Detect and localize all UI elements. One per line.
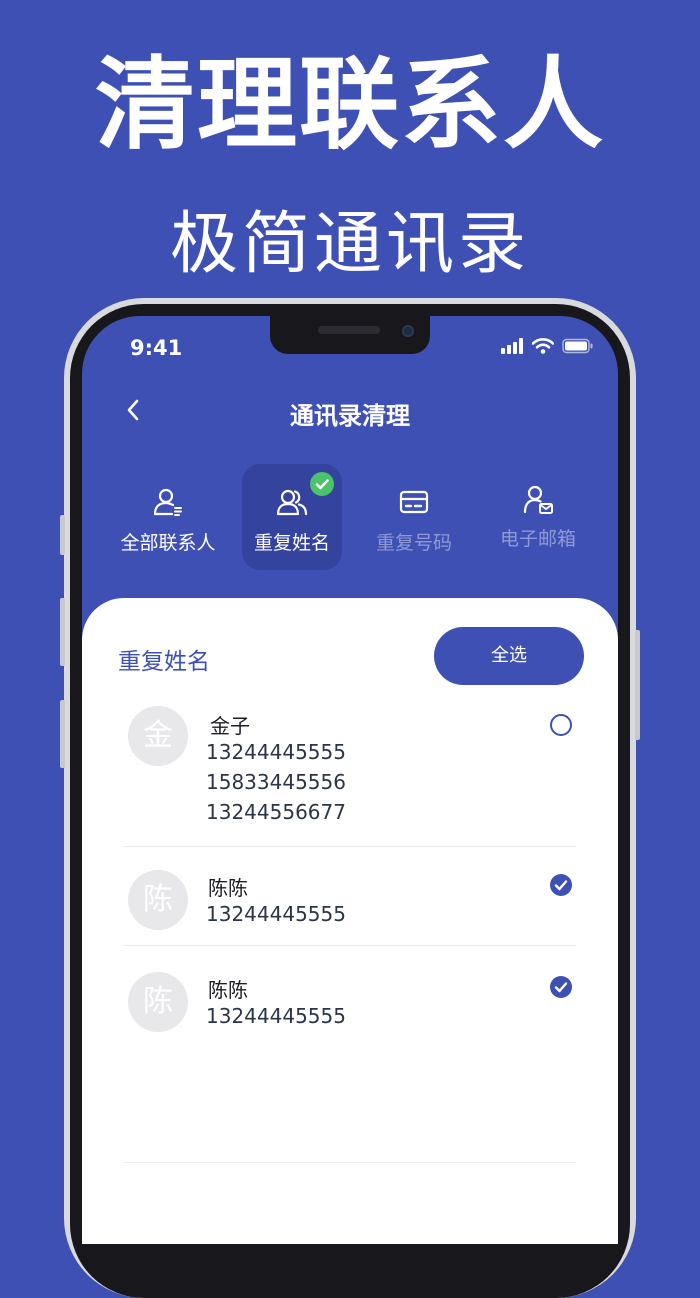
contact-phone: 13244445555: [206, 740, 346, 764]
promo-headline: 清理联系人: [95, 46, 605, 163]
section-title: 重复姓名: [118, 649, 210, 675]
select-checkbox[interactable]: [550, 874, 572, 896]
contact-item[interactable]: 陈 陈陈 13244445555: [124, 870, 576, 940]
tab-duplicate-numbers[interactable]: 重复号码: [364, 464, 464, 570]
contact-phone: 13244445555: [206, 902, 346, 926]
card-icon: [399, 490, 429, 514]
divider: [124, 1162, 576, 1163]
status-time: 9:41: [130, 336, 183, 360]
phone-side-button: [60, 700, 65, 768]
tab-label: 重复姓名: [253, 532, 330, 554]
phone-screen: 9:41 通讯录清理 全部联系人 重复姓名 重复号码 电子邮箱 重复姓名 全选 …: [82, 316, 618, 1244]
filter-tabs: 全部联系人 重复姓名 重复号码 电子邮箱: [82, 464, 618, 574]
phone-notch: [270, 316, 430, 354]
person-mail-icon: [523, 485, 553, 514]
select-checkbox[interactable]: [550, 714, 572, 736]
contacts-icon: [153, 488, 182, 516]
check-badge-icon: [310, 472, 334, 496]
tab-duplicate-names[interactable]: 重复姓名: [242, 464, 342, 570]
two-people-icon: [276, 489, 308, 516]
speaker-grille: [318, 326, 380, 334]
phone-side-button: [60, 515, 65, 555]
contact-phone: 13244445555: [206, 1004, 346, 1028]
promo-subhead: 极简通讯录: [169, 205, 530, 284]
contact-phone: 15833445556: [206, 770, 346, 794]
signal-icon: [501, 338, 523, 354]
contact-name: 金子: [210, 714, 250, 738]
contact-phone: 13244556677: [206, 800, 346, 824]
contact-name: 陈陈: [208, 876, 248, 900]
status-icons: [500, 338, 594, 354]
divider: [124, 846, 576, 847]
tab-email[interactable]: 电子邮箱: [488, 464, 588, 570]
page-title: 通讯录清理: [290, 402, 410, 430]
contact-item[interactable]: 陈 陈陈 13244445555: [124, 972, 576, 1042]
tab-label: 全部联系人: [120, 532, 216, 554]
tab-label: 电子邮箱: [499, 528, 576, 550]
phone-side-button: [60, 598, 65, 666]
avatar: 金: [128, 706, 188, 766]
divider: [124, 945, 576, 946]
tab-all-contacts[interactable]: 全部联系人: [118, 464, 218, 570]
select-checkbox[interactable]: [550, 976, 572, 998]
avatar: 陈: [128, 870, 188, 930]
phone-side-button: [635, 630, 640, 740]
contact-name: 陈陈: [208, 978, 248, 1002]
battery-icon: [562, 338, 593, 354]
wifi-icon: [532, 338, 554, 354]
avatar: 陈: [128, 972, 188, 1032]
contact-item[interactable]: 金 金子 13244445555 15833445556 13244556677: [124, 704, 576, 854]
camera-icon: [402, 325, 414, 337]
select-all-button[interactable]: 全选: [434, 627, 584, 685]
tab-label: 重复号码: [375, 532, 452, 554]
contacts-panel: 重复姓名 全选 金 金子 13244445555 15833445556 132…: [82, 598, 618, 1244]
